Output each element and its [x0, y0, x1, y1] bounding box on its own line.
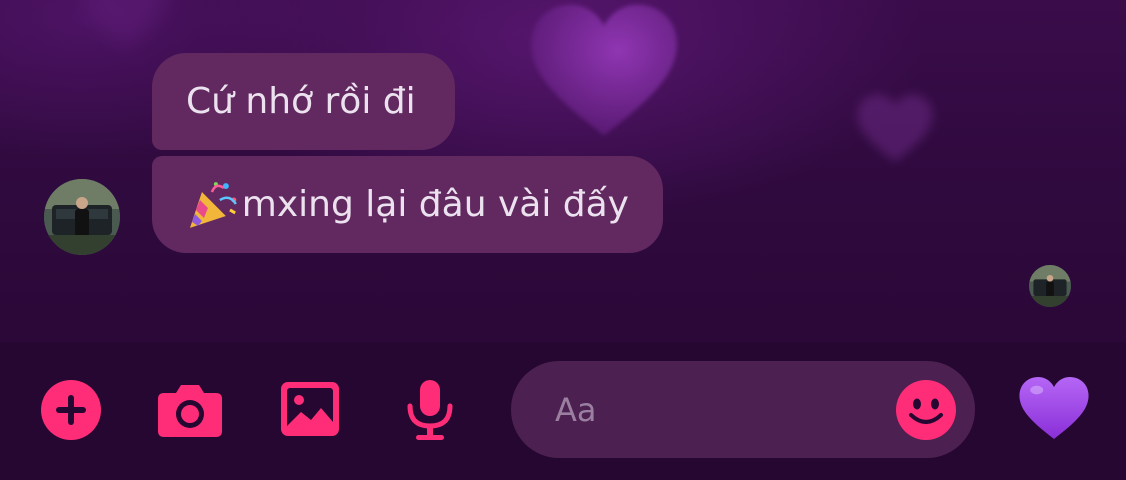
camera-icon	[158, 385, 222, 437]
message-input[interactable]	[553, 383, 887, 437]
avatar-photo	[1029, 265, 1071, 307]
gallery-icon	[281, 382, 339, 436]
voice-message-button[interactable]	[404, 378, 456, 442]
message-bubble[interactable]: mxing lại đâu vài đấy	[152, 156, 663, 253]
messenger-chat-screen: Cứ nhớ rồi đi mxing lại đâu vài đấy Aa	[0, 0, 1126, 480]
seen-receipt-avatar	[1029, 265, 1071, 307]
message-bubble[interactable]: Cứ nhớ rồi đi	[152, 53, 455, 150]
sender-avatar[interactable]	[44, 179, 120, 255]
microphone-icon	[407, 380, 453, 440]
message-text: mxing lại đâu vài đấy	[241, 183, 629, 225]
background-heart-icon	[531, 4, 677, 136]
more-actions-button[interactable]	[40, 379, 102, 441]
plus-icon	[41, 380, 101, 440]
party-popper-icon	[189, 181, 237, 228]
chat-area: Cứ nhớ rồi đi mxing lại đâu vài đấy	[0, 0, 1126, 342]
emoji-button[interactable]	[895, 379, 957, 441]
quick-reaction-button[interactable]	[1018, 373, 1090, 443]
smiley-icon	[896, 380, 956, 440]
background-heart-icon	[82, 0, 168, 49]
avatar-photo	[44, 179, 120, 255]
camera-button[interactable]	[156, 381, 224, 439]
gallery-button[interactable]	[279, 380, 341, 438]
background-heart-icon	[857, 94, 933, 162]
message-text: Cứ nhớ rồi đi	[186, 80, 416, 122]
purple-heart-icon	[1019, 377, 1089, 439]
message-input-container	[511, 361, 975, 458]
